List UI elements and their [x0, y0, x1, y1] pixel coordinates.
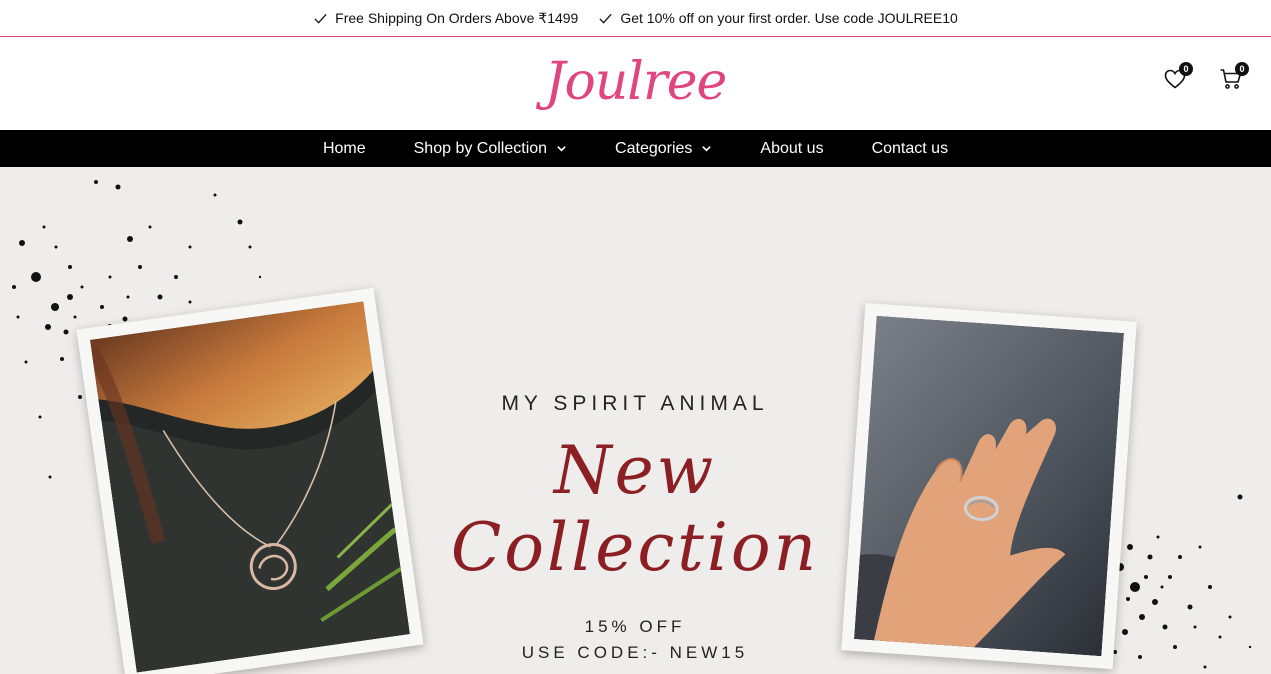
hero-offer: 15% OFF USE CODE:- NEW15 [420, 614, 850, 666]
wishlist-count-badge: 0 [1179, 62, 1193, 76]
hero-offer-discount: 15% OFF [584, 617, 686, 636]
ring-photo-image [854, 315, 1124, 657]
nav-item-label: Categories [615, 139, 693, 157]
hero-kicker: MY SPIRIT ANIMAL [501, 392, 769, 415]
wishlist-button[interactable]: 0 [1163, 62, 1193, 93]
nav-item-label: Contact us [871, 139, 949, 157]
nav-item-contact-us[interactable]: Contact us [872, 140, 948, 158]
check-icon [599, 13, 612, 24]
check-icon [314, 13, 327, 24]
nav-item-label: Shop by Collection [413, 139, 548, 157]
necklace-photo[interactable] [76, 287, 424, 674]
nav-item-home[interactable]: Home [323, 140, 366, 158]
hero-title: New Collection [450, 432, 820, 586]
nav-item-about-us[interactable]: About us [760, 140, 823, 158]
main-nav: Home Shop by Collection Categories About… [0, 130, 1271, 167]
chevron-down-icon [557, 146, 566, 152]
cart-count-badge: 0 [1235, 62, 1249, 76]
site-header: Joulree 0 0 [0, 37, 1271, 130]
announcement-item: Get 10% off on your first order. Use cod… [598, 10, 958, 26]
hero-banner[interactable]: MY SPIRIT ANIMAL New Collection 15% OFF … [0, 167, 1271, 674]
nav-item-label: About us [760, 139, 824, 157]
hero-content: MY SPIRIT ANIMAL New Collection 15% OFF … [420, 392, 850, 666]
necklace-photo-image [89, 301, 411, 673]
cart-button[interactable]: 0 [1219, 62, 1249, 93]
nav-item-label: Home [322, 139, 366, 157]
necklace-illustration [89, 301, 411, 673]
header-actions: 0 0 [1163, 62, 1249, 93]
hero-offer-code: USE CODE:- NEW15 [521, 643, 749, 662]
announcement-item: Free Shipping On Orders Above ₹1499 [313, 10, 578, 27]
nav-item-shop-by-collection[interactable]: Shop by Collection [414, 140, 567, 158]
nav-item-categories[interactable]: Categories [615, 140, 712, 158]
chevron-down-icon [702, 146, 712, 152]
site-logo[interactable]: Joulree [545, 56, 728, 108]
announcement-text: Get 10% off on your first order. Use cod… [620, 10, 958, 26]
announcement-bar: Free Shipping On Orders Above ₹1499 Get … [0, 0, 1271, 37]
ring-photo[interactable] [841, 302, 1137, 670]
announcement-text: Free Shipping On Orders Above ₹1499 [335, 9, 579, 26]
ring-illustration [854, 315, 1124, 657]
